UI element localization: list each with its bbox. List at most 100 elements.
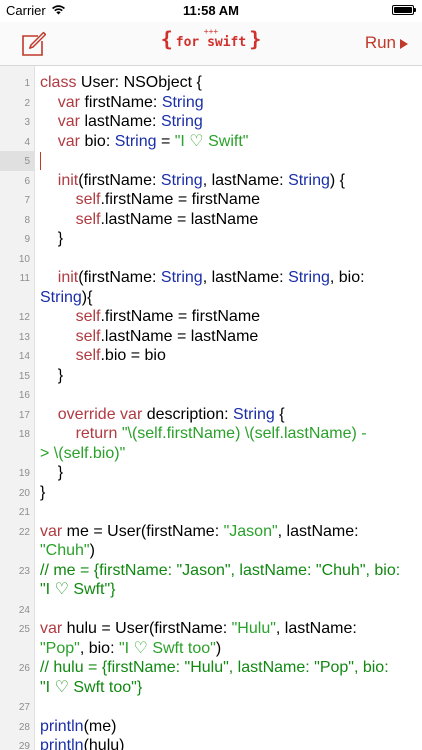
code-line[interactable]: 2 var firstName: String (0, 93, 422, 113)
code-line[interactable]: 1 class User: NSObject { (0, 73, 422, 93)
code-line[interactable]: 16 ​ (0, 385, 422, 405)
code-line[interactable]: 17 override var description: String { (0, 405, 422, 425)
code-line[interactable]: "I ♡ Swft"} (0, 580, 422, 600)
code-line[interactable]: "Pop", bio: "I ♡ Swft too") (0, 639, 422, 659)
run-button[interactable]: Run (365, 33, 408, 53)
code-text: ​ (35, 502, 422, 522)
code-line[interactable]: 13 self.lastName = lastName (0, 327, 422, 347)
code-token: } (40, 230, 64, 247)
code-line[interactable]: 26 // hulu = {firstName: "Hulu", lastName… (0, 658, 422, 678)
code-token: println (40, 737, 84, 750)
code-text: ​ (35, 151, 422, 171)
code-editor[interactable]: 1 class User: NSObject {2 var firstName: … (0, 66, 422, 750)
code-line[interactable]: 25 var hulu = User(firstName: "Hulu", las… (0, 619, 422, 639)
code-line[interactable]: 29 println(hulu) (0, 736, 422, 750)
status-time: 11:58 AM (183, 3, 239, 18)
line-number (0, 444, 35, 464)
code-token: var (57, 113, 81, 130)
logo-text: for swift (175, 35, 247, 50)
code-line[interactable]: 20} (0, 483, 422, 503)
code-line[interactable]: 3 var lastName: String (0, 112, 422, 132)
code-token: self (75, 327, 101, 345)
line-number: 29 (18, 741, 30, 750)
code-line[interactable]: 15 } (0, 366, 422, 386)
code-line[interactable]: 21 ​ (0, 502, 422, 522)
code-token: (me) (83, 717, 117, 735)
code-token: description: (142, 405, 233, 423)
code-text: println(me) (35, 717, 422, 737)
code-text: } (35, 366, 422, 386)
code-text: println(hulu) (35, 736, 422, 750)
code-line[interactable]: 14 self.bio = bio (0, 346, 422, 366)
code-text: "I ♡ Swft too"} (35, 678, 422, 698)
code-token: // me = {firstName: "Jason", lastName: "… (40, 561, 401, 579)
code-text: > \(self.bio)" (35, 444, 422, 464)
code-token: var (57, 132, 81, 150)
code-line[interactable]: 10 ​ (0, 249, 422, 269)
play-triangle-icon (400, 38, 408, 49)
code-line[interactable]: 9 } (0, 229, 422, 249)
code-token: String (233, 405, 275, 423)
code-token: println (40, 717, 84, 735)
code-token: , lastName: (202, 171, 289, 189)
code-token: bio: (80, 132, 115, 150)
text-caret (40, 152, 41, 170)
code-token: self (75, 308, 101, 325)
code-token: me = User(firstName: (62, 522, 224, 540)
code-line[interactable]: "I ♡ Swft too"} (0, 678, 422, 698)
line-number (0, 678, 35, 698)
line-number: 21 (18, 507, 30, 518)
code-text: var bio: String = "I ♡ Swift" (35, 132, 422, 152)
line-number: 11 (19, 273, 30, 284)
code-token: ) { (329, 171, 345, 189)
code-line[interactable]: 7 self.firstName = firstName (0, 190, 422, 210)
code-text: // hulu = {firstName: "Hulu", lastName: … (35, 658, 422, 678)
line-number: 10 (18, 253, 30, 265)
line-number (0, 639, 35, 659)
code-line[interactable]: 8 self.lastName = lastName (0, 210, 422, 230)
code-line[interactable]: 27 ​ (0, 697, 422, 717)
line-number: 1 (24, 78, 30, 89)
code-line[interactable]: 24 ​ (0, 600, 422, 620)
code-line[interactable]: 6 init(firstName: String, lastName: Stri… (0, 171, 422, 191)
code-token: lastName: (80, 113, 161, 130)
code-line[interactable]: 12 self.firstName = firstName (0, 307, 422, 327)
code-text: init(firstName: String, lastName: String… (35, 171, 422, 191)
nav-bar: { +++ for swift } Run (0, 22, 422, 66)
code-line[interactable]: 18 return "\(self.firstName) \(self.last… (0, 424, 422, 444)
code-token: , bio: (329, 269, 365, 286)
code-line[interactable]: 4 var bio: String = "I ♡ Swift" (0, 132, 422, 152)
line-number (0, 580, 35, 600)
code-line[interactable]: 23 // me = {firstName: "Jason", lastName:… (0, 561, 422, 581)
code-text: self.firstName = firstName (35, 307, 422, 327)
code-line[interactable]: "Chuh") (0, 541, 422, 561)
code-token: , lastName: (275, 620, 357, 637)
code-line[interactable]: 19 } (0, 463, 422, 483)
code-token: return (75, 425, 118, 442)
code-line[interactable]: 11 init(firstName: String, lastName: Str… (0, 268, 422, 288)
code-text: var lastName: String (35, 112, 422, 132)
code-text: var me = User(firstName: "Jason", lastNa… (35, 522, 422, 542)
code-token: init (57, 171, 79, 189)
line-number: 23 (18, 565, 30, 577)
code-token: } (40, 464, 64, 481)
line-number: 24 (18, 604, 30, 616)
code-line[interactable]: 22 var me = User(firstName: "Jason", last… (0, 522, 422, 542)
code-token: String (114, 132, 157, 150)
code-line[interactable]: 5​ (0, 151, 422, 171)
code-line[interactable]: String){ (0, 288, 422, 308)
code-line[interactable]: 28 println(me) (0, 717, 422, 737)
line-number: 17 (18, 409, 30, 421)
code-text: "I ♡ Swft"} (35, 580, 422, 600)
app-logo: { +++ for swift } (0, 28, 422, 51)
code-line[interactable]: > \(self.bio)" (0, 444, 422, 464)
code-text: // me = {firstName: "Jason", lastName: "… (35, 561, 422, 581)
code-token: String (161, 93, 204, 111)
